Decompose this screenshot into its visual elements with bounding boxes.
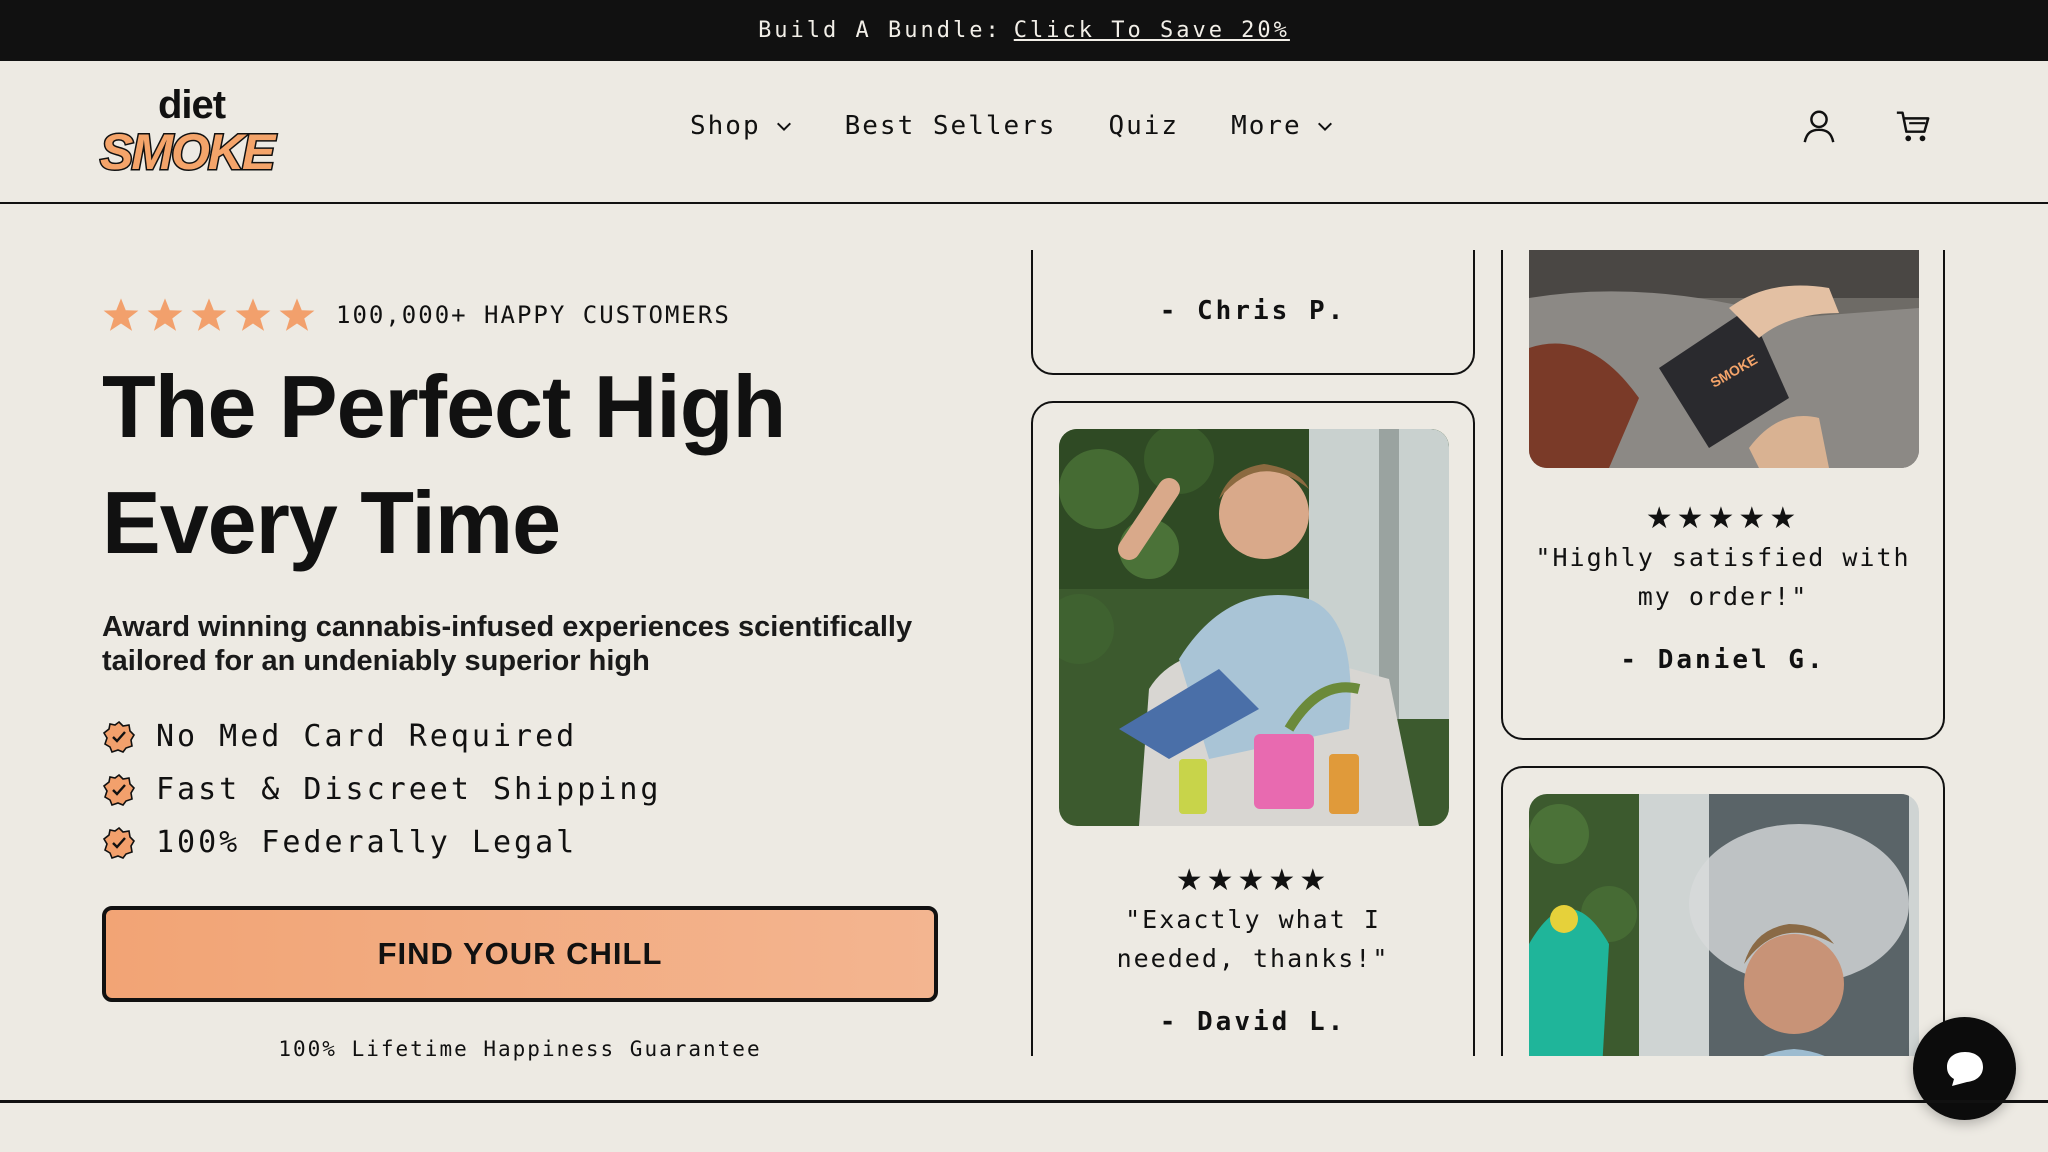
chevron-down-icon: [1317, 122, 1332, 132]
star-icon: [279, 298, 315, 331]
check-badge-icon: [102, 773, 136, 806]
review-card: [1501, 766, 1945, 1056]
review-quote: "Highly satisfied with my order!": [1535, 543, 1911, 611]
nav-item-shop[interactable]: Shop: [690, 111, 793, 141]
cart-icon[interactable]: [1894, 107, 1932, 145]
review-author: - Daniel G.: [1620, 645, 1826, 675]
nav-label: More: [1231, 111, 1302, 141]
guarantee-text: 100% Lifetime Happiness Guarantee: [278, 1037, 762, 1061]
check-badge-icon: [102, 720, 136, 753]
headline-line-1: The Perfect High: [102, 357, 786, 456]
chat-button[interactable]: [1913, 1017, 2016, 1120]
hero-subhead: Award winning cannabis-infused experienc…: [102, 611, 913, 677]
nav-item-best-sellers[interactable]: Best Sellers: [845, 111, 1057, 141]
nav-label: Best Sellers: [844, 111, 1057, 141]
star-icon: [147, 298, 183, 331]
feature-label: No Med Card Required: [156, 719, 578, 754]
feature-item: Fast & Discreet Shipping: [102, 772, 661, 807]
chevron-down-icon: [776, 122, 791, 132]
site-header: diet SMOKE Shop Best Sellers Quiz More: [0, 61, 2048, 204]
review-quote: "Exactly what I needed, thanks!": [1116, 905, 1390, 973]
find-your-chill-button[interactable]: FIND YOUR CHILL: [102, 906, 938, 1002]
logo-top-word: diet: [158, 83, 226, 127]
review-photo: SMOKE: [1529, 250, 1919, 468]
nav-label: Shop: [690, 111, 761, 141]
account-icon[interactable]: [1800, 107, 1838, 145]
feature-item: 100% Federally Legal: [102, 825, 661, 860]
logo-bottom-word: SMOKE: [98, 123, 276, 182]
review-carousel: - Chris P. ★★★★★ "Exactly what I needed,…: [1020, 250, 1970, 1056]
rating-row: 100,000+ HAPPY CUSTOMERS: [102, 296, 731, 334]
review-stars: ★★★★★: [1175, 864, 1331, 897]
review-card: SMOKE ★★★★★ "Highly satisfied with my or…: [1501, 250, 1945, 740]
announcement-link[interactable]: Click To Save 20%: [1014, 18, 1290, 43]
check-badge-icon: [102, 826, 136, 859]
nav-item-quiz[interactable]: Quiz: [1108, 111, 1179, 141]
rating-text: 100,000+ HAPPY CUSTOMERS: [336, 301, 731, 329]
feature-item: No Med Card Required: [102, 719, 661, 754]
review-stars: ★★★★★: [1645, 502, 1801, 535]
review-author: - David L.: [1159, 1007, 1347, 1037]
announcement-text: Build A Bundle:: [758, 18, 1002, 43]
feature-label: 100% Federally Legal: [156, 825, 578, 860]
star-icon: [191, 298, 227, 331]
star-icon: [235, 298, 271, 331]
header-actions: [1800, 107, 1932, 145]
feature-label: Fast & Discreet Shipping: [156, 772, 662, 807]
review-photo: [1059, 429, 1449, 826]
star-icon: [103, 298, 139, 331]
announcement-bar: Build A Bundle: Click To Save 20%: [0, 0, 2048, 61]
nav-label: Quiz: [1108, 111, 1180, 141]
main-nav: Shop Best Sellers Quiz More: [690, 111, 1334, 141]
review-card: - Chris P.: [1031, 250, 1475, 375]
review-card: ★★★★★ "Exactly what I needed, thanks!" -…: [1031, 401, 1475, 1056]
review-photo: [1529, 794, 1919, 1056]
brand-logo[interactable]: diet SMOKE: [98, 83, 290, 183]
review-author: - Chris P.: [1159, 296, 1347, 326]
rating-stars: [102, 296, 316, 334]
section-divider: [0, 1100, 2048, 1103]
page-title: The Perfect High Every Time: [102, 349, 962, 581]
feature-list: No Med Card Required Fast & Discreet Shi…: [102, 719, 661, 860]
headline-line-2: Every Time: [102, 473, 561, 572]
chat-bubble-icon: [1946, 1051, 1983, 1086]
nav-item-more[interactable]: More: [1231, 111, 1334, 141]
